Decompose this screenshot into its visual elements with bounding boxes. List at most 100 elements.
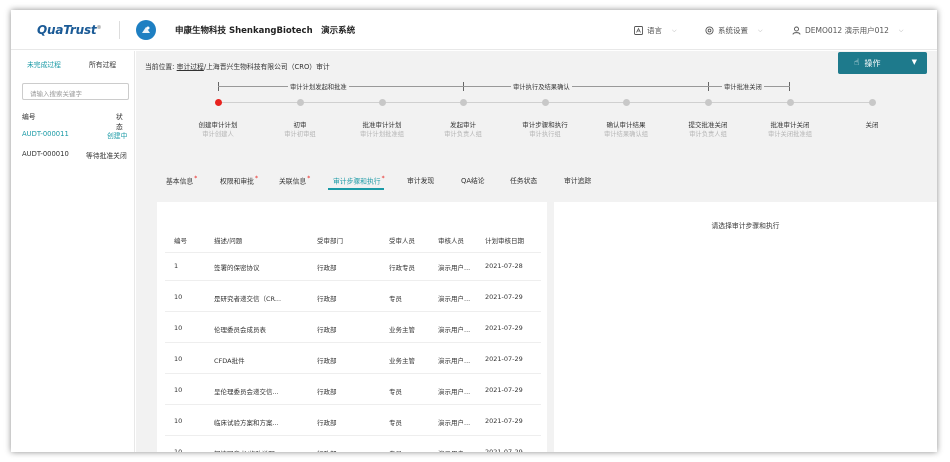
breadcrumb: 当前位置: 审计过程/上海晋兴生物科技有限公司（CRO）审计 bbox=[145, 61, 330, 71]
table-cell: 1 bbox=[174, 262, 179, 270]
table-cell: 呈伦理委员会递交信... bbox=[214, 388, 279, 396]
tab-item[interactable]: 关联信息* bbox=[279, 175, 310, 185]
tab-item[interactable]: 基本信息* bbox=[166, 175, 197, 185]
chevron-down-icon: ⌵ bbox=[898, 26, 904, 34]
table-cell: 专员 bbox=[389, 448, 402, 452]
tab-item[interactable]: 审计发现 bbox=[407, 175, 434, 185]
table-cell: 10 bbox=[174, 417, 183, 425]
list-item[interactable]: AUDT-000011 创建中 bbox=[11, 130, 127, 144]
stage-group-plan: 审计计划发起和批准 bbox=[218, 82, 464, 92]
table-cell: 伦理委员会成员表 bbox=[214, 326, 266, 334]
settings-menu[interactable]: 系统设置 ⌵ bbox=[705, 25, 763, 36]
operate-button[interactable]: ☝ 操作 ▼ bbox=[838, 52, 927, 74]
process-id: AUDT-000010 bbox=[22, 150, 69, 158]
chevron-down-icon: ⌵ bbox=[672, 26, 677, 34]
tab-item[interactable]: 任务状态 bbox=[510, 175, 537, 185]
tab-item[interactable]: 审计追踪 bbox=[564, 175, 591, 185]
table-cell: 临床试验方案和方案... bbox=[214, 419, 279, 427]
caret-down-icon: ▼ bbox=[911, 58, 917, 66]
table-cell: 行政部 bbox=[317, 326, 337, 334]
step-name: 发起审计 bbox=[450, 121, 476, 129]
tab-label: 基本信息 bbox=[166, 177, 194, 186]
table-cell: 业务主管 bbox=[389, 326, 415, 334]
tab-item[interactable]: QA结论 bbox=[461, 175, 485, 185]
required-star-icon: * bbox=[307, 175, 311, 182]
operate-button-label: 操作 bbox=[864, 58, 881, 68]
table-cell: 演示用户... bbox=[438, 326, 471, 334]
language-menu[interactable]: 语言 ⌵ bbox=[634, 25, 677, 36]
tab-label: 审计发现 bbox=[407, 177, 435, 185]
table-cell: 知情同意书/修改说明 bbox=[214, 448, 275, 452]
brand-name: 申康生物科技 ShenkangBiotech 演示系统 bbox=[175, 26, 356, 36]
table-cell: 2021-07-29 bbox=[485, 386, 523, 394]
tab-label: 权限和审批 bbox=[220, 177, 254, 186]
table-cell: 是研究者递交信（CR... bbox=[214, 295, 282, 303]
sidebar-search-input[interactable]: 请输入搜索关键字 bbox=[22, 83, 129, 100]
table-header-cell: 编号 bbox=[174, 237, 187, 245]
table-row[interactable]: 10 知情同意书/修改说明 行政部 专员 演示用户... 2021-07-29 bbox=[165, 439, 541, 452]
step-name: 创建审计计划 bbox=[198, 121, 238, 129]
step-assignee: 审计创建人 bbox=[202, 131, 234, 138]
breadcrumb-prefix: 当前位置: bbox=[145, 63, 175, 71]
user-menu[interactable]: DEMO012 演示用户012 ⌵ bbox=[792, 25, 903, 36]
step-marker[interactable] bbox=[622, 99, 630, 106]
table-cell: 10 bbox=[174, 355, 183, 363]
tab-unfinished-processes[interactable]: 未完成过程 bbox=[27, 59, 61, 69]
table-cell: 2021-07-29 bbox=[485, 355, 523, 363]
step-marker[interactable] bbox=[786, 99, 794, 106]
table-cell: 行政部 bbox=[317, 419, 337, 427]
step-marker[interactable] bbox=[296, 99, 304, 106]
process-sidebar: 未完成过程 所有过程 请输入搜索关键字 编号 状态 AUDT-000011 创建… bbox=[11, 51, 135, 452]
table-cell: 行政部 bbox=[317, 388, 337, 396]
table-header-cell: 计划审核日期 bbox=[485, 237, 524, 245]
user-icon bbox=[792, 26, 801, 35]
tab-all-processes[interactable]: 所有过程 bbox=[89, 59, 116, 69]
table-row[interactable]: 10 CFDA批件 行政部 业务主管 演示用户... 2021-07-29 bbox=[165, 346, 541, 374]
step-assignee: 审计负责人组 bbox=[689, 131, 727, 138]
list-item[interactable]: AUDT-000010 等待批准关闭 bbox=[11, 150, 127, 164]
step-marker[interactable] bbox=[868, 99, 876, 106]
table-cell: 行政部 bbox=[317, 357, 337, 365]
table-row[interactable]: 10 是研究者递交信（CR... 行政部 专员 演示用户... 2021-07-29 bbox=[165, 284, 541, 312]
quatrust-logo[interactable]: QuaTrust® bbox=[37, 23, 101, 37]
table-row[interactable]: 10 临床试验方案和方案... 行政部 专员 演示用户... 2021-07-29 bbox=[165, 408, 541, 436]
step-marker[interactable] bbox=[459, 99, 467, 106]
step-marker[interactable] bbox=[214, 99, 222, 106]
step-assignee: 审计结果确认组 bbox=[603, 131, 649, 138]
language-icon bbox=[634, 26, 643, 35]
table-cell: 演示用户... bbox=[438, 448, 470, 452]
main-content: 当前位置: 审计过程/上海晋兴生物科技有限公司（CRO）审计 ☝ 操作 ▼ 审计… bbox=[136, 51, 937, 452]
table-cell: 行政部 bbox=[317, 264, 337, 272]
step-name: 初审 bbox=[293, 121, 307, 129]
table-cell: 演示用户... bbox=[438, 264, 471, 272]
table-cell: 业务主管 bbox=[389, 357, 415, 365]
step-assignee: 审计计划批准组 bbox=[359, 131, 405, 138]
gear-icon bbox=[705, 26, 714, 35]
step-marker[interactable] bbox=[378, 99, 386, 106]
step-marker[interactable] bbox=[704, 99, 712, 106]
tab-item[interactable]: 权限和审批* bbox=[220, 175, 258, 185]
step-marker[interactable] bbox=[541, 99, 549, 106]
table-header-cell: 受审人员 bbox=[389, 237, 415, 245]
process-status: 等待批准关闭 bbox=[86, 152, 127, 160]
table-cell: 演示用户... bbox=[438, 388, 471, 396]
table-cell: 2021-07-28 bbox=[485, 262, 523, 270]
table-cell: 10 bbox=[174, 293, 183, 301]
table-row[interactable]: 10 呈伦理委员会递交信... 行政部 专员 演示用户... 2021-07-29 bbox=[165, 377, 541, 405]
breadcrumb-link[interactable]: 审计过程 bbox=[177, 63, 204, 71]
step-name: 批准审计计划 bbox=[362, 121, 402, 129]
settings-label: 系统设置 bbox=[718, 26, 748, 35]
table-cell: 专员 bbox=[389, 419, 402, 427]
table-cell: CFDA批件 bbox=[214, 357, 245, 365]
language-label: 语言 bbox=[647, 26, 662, 35]
tab-item[interactable]: 审计步骤和执行* bbox=[333, 175, 385, 185]
step-assignee: 审计负责人组 bbox=[444, 131, 482, 138]
tab-label: QA结论 bbox=[461, 177, 485, 185]
detail-placeholder: 请选择审计步骤和执行 bbox=[711, 222, 780, 230]
table-row[interactable]: 1 签署的保密协议 行政部 行政专员 演示用户... 2021-07-28 bbox=[165, 253, 541, 281]
table-cell: 行政部 bbox=[317, 448, 337, 452]
table-row[interactable]: 10 伦理委员会成员表 行政部 业务主管 演示用户... 2021-07-29 bbox=[165, 315, 541, 343]
stage-group-label: 审计批准关闭 bbox=[722, 82, 764, 91]
stage-group-label: 审计执行及结果确认 bbox=[511, 82, 572, 91]
company-logo-icon bbox=[136, 20, 156, 40]
